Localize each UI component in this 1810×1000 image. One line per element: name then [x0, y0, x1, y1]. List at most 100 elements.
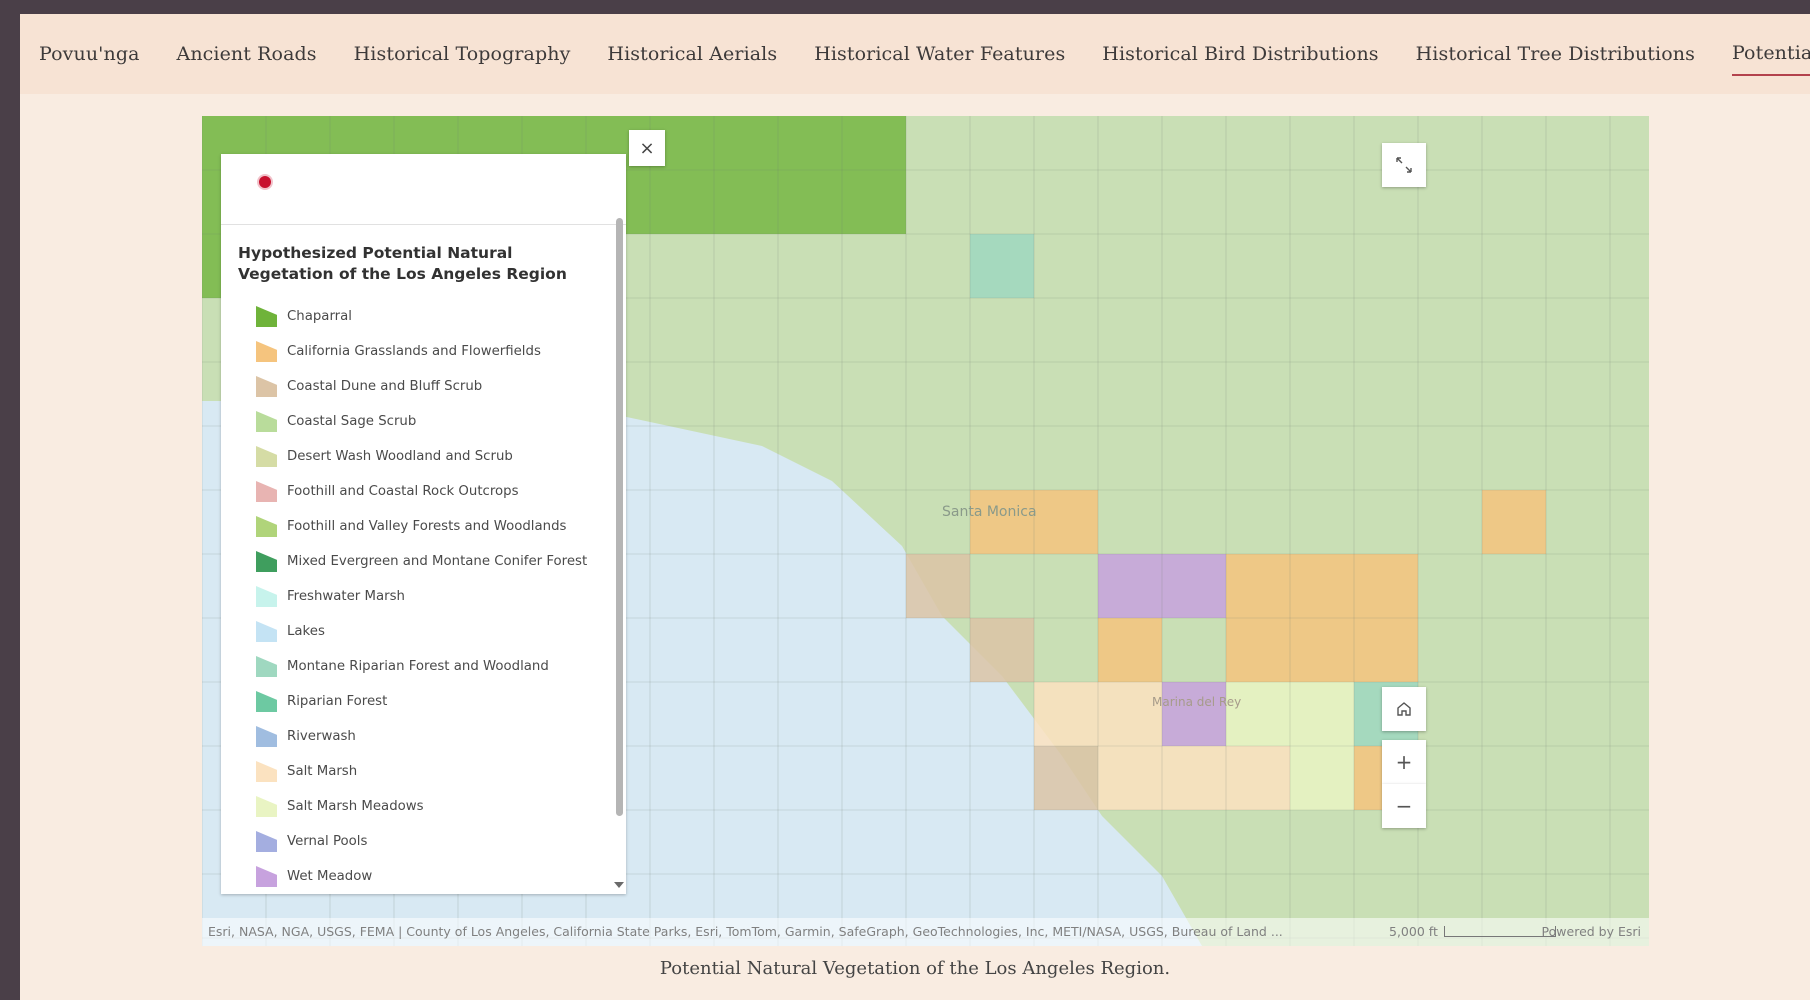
legend-item-label: Lakes: [287, 623, 325, 639]
scale-label: 5,000 ft: [1389, 924, 1438, 939]
vegetation-cell: [1482, 490, 1546, 554]
legend-item-label: Desert Wash Woodland and Scrub: [287, 448, 513, 464]
legend-item-label: Coastal Dune and Bluff Scrub: [287, 378, 483, 394]
vegetation-cell: [842, 170, 906, 234]
legend-item: Riparian Forest: [221, 684, 611, 719]
legend-title: Hypothesized Potential Natural Vegetatio…: [238, 244, 567, 283]
legend-item: Salt Marsh Meadows: [221, 789, 611, 824]
vegetation-cell: [1034, 746, 1098, 810]
vegetation-cell: [1098, 746, 1162, 810]
legend-item-label: Foothill and Valley Forests and Woodland…: [287, 518, 567, 534]
legend-item: Salt Marsh: [221, 754, 611, 789]
scroll-down-arrow-icon[interactable]: [614, 882, 624, 888]
vegetation-cell: [842, 116, 906, 170]
legend-item: Foothill and Coastal Rock Outcrops: [221, 474, 611, 509]
legend-swatch: [256, 516, 277, 537]
legend-item-label: Chaparral: [287, 308, 352, 324]
zoom-in-button[interactable]: +: [1382, 740, 1426, 784]
legend-swatch: [256, 866, 277, 887]
vegetation-cell: [1162, 682, 1226, 746]
nav-item[interactable]: Historical Water Features: [814, 33, 1065, 75]
legend-swatch: [256, 831, 277, 852]
legend-item-label: Vernal Pools: [287, 833, 368, 849]
legend-swatch: [256, 551, 277, 572]
legend-item: Coastal Sage Scrub: [221, 404, 611, 439]
scale-bar: [1444, 926, 1556, 937]
vegetation-cell: [1034, 682, 1098, 746]
vegetation-cell: [1098, 682, 1162, 746]
vegetation-cell: [1162, 746, 1226, 810]
vegetation-cell: [1098, 618, 1162, 682]
legend-close-button[interactable]: ×: [629, 130, 665, 166]
legend-item-label: Riverwash: [287, 728, 356, 744]
vegetation-cell: [906, 554, 970, 618]
vegetation-cell: [1034, 490, 1098, 554]
legend-swatch: [256, 586, 277, 607]
vegetation-cell: [1226, 618, 1290, 682]
legend-content[interactable]: Hypothesized Potential Natural Vegetatio…: [221, 225, 611, 891]
map-caption: Potential Natural Vegetation of the Los …: [659, 958, 1171, 979]
powered-by-esri: Powered by Esri: [1541, 924, 1641, 939]
legend-item: Montane Riparian Forest and Woodland: [221, 649, 611, 684]
legend-swatch: [256, 341, 277, 362]
vegetation-cell: [1290, 682, 1354, 746]
nav-item[interactable]: Ancient Roads: [177, 33, 317, 75]
legend-swatch: [256, 691, 277, 712]
legend-swatch: [256, 376, 277, 397]
legend-swatch: [256, 761, 277, 782]
legend-item-label: Salt Marsh: [287, 763, 358, 779]
vegetation-cell: [1290, 618, 1354, 682]
legend-scrollbar[interactable]: [616, 218, 623, 816]
vegetation-cell: [1290, 746, 1354, 810]
vegetation-cell: [970, 234, 1034, 298]
legend-swatch: [256, 306, 277, 327]
legend-item-label: Foothill and Coastal Rock Outcrops: [287, 483, 519, 499]
place-label: Santa Monica: [942, 504, 1037, 520]
nav-item[interactable]: Historical Aerials: [607, 33, 777, 75]
legend-swatch: [256, 796, 277, 817]
vegetation-cell: [1226, 554, 1290, 618]
vegetation-cell: [1226, 746, 1290, 810]
legend-swatch: [256, 656, 277, 677]
fullscreen-button[interactable]: [1382, 143, 1426, 187]
home-button[interactable]: [1382, 687, 1426, 731]
legend-item: Mixed Evergreen and Montane Conifer Fore…: [221, 544, 611, 579]
vegetation-cell: [778, 170, 842, 234]
legend-item-label: Riparian Forest: [287, 693, 388, 709]
vegetation-cell: [970, 618, 1034, 682]
legend-swatch: [256, 411, 277, 432]
legend-panel: Hypothesized Potential Natural Vegetatio…: [221, 154, 626, 894]
legend-item: Desert Wash Woodland and Scrub: [221, 439, 611, 474]
legend-item-label: Mixed Evergreen and Montane Conifer Fore…: [287, 553, 588, 569]
vegetation-cell: [1162, 554, 1226, 618]
vegetation-cell: [1290, 554, 1354, 618]
nav-item[interactable]: Historical Topography: [354, 33, 571, 75]
legend-header: [221, 154, 626, 225]
vegetation-cell: [714, 116, 778, 170]
top-navigation: Povuu'nga Ancient Roads Historical Topogra…: [20, 14, 1810, 94]
vegetation-cell: [650, 170, 714, 234]
legend-layer-dot-icon: [259, 176, 271, 188]
nav-item[interactable]: Historical Tree Distributions: [1416, 33, 1695, 75]
legend-swatch: [256, 481, 277, 502]
vegetation-cell: [1354, 618, 1418, 682]
vegetation-cell: [1098, 554, 1162, 618]
map-attribution-bar: Esri, NASA, NGA, USGS, FEMA | County of …: [202, 918, 1649, 946]
legend-item-label: Wet Meadow: [287, 868, 373, 884]
home-icon: [1397, 702, 1411, 716]
zoom-out-button[interactable]: −: [1382, 784, 1426, 828]
legend-item-label: Coastal Sage Scrub: [287, 413, 417, 429]
legend-item: Foothill and Valley Forests and Woodland…: [221, 509, 611, 544]
legend-item: Freshwater Marsh: [221, 579, 611, 614]
legend-item-label: Montane Riparian Forest and Woodland: [287, 658, 549, 674]
vegetation-cell: [778, 116, 842, 170]
legend-item-label: California Grasslands and Flowerfields: [287, 343, 541, 359]
vegetation-cell: [714, 170, 778, 234]
nav-item[interactable]: Potential Natural Vegetation: [1731, 32, 1810, 76]
legend-item: Chaparral: [221, 299, 611, 334]
legend-item: Wet Meadow: [221, 859, 611, 891]
map-view[interactable]: Santa Monica Marina del Rey Hypothesized …: [202, 116, 1649, 946]
nav-item[interactable]: Povuu'nga: [39, 33, 140, 75]
nav-item[interactable]: Historical Bird Distributions: [1102, 33, 1378, 75]
expand-icon: [1396, 157, 1412, 173]
